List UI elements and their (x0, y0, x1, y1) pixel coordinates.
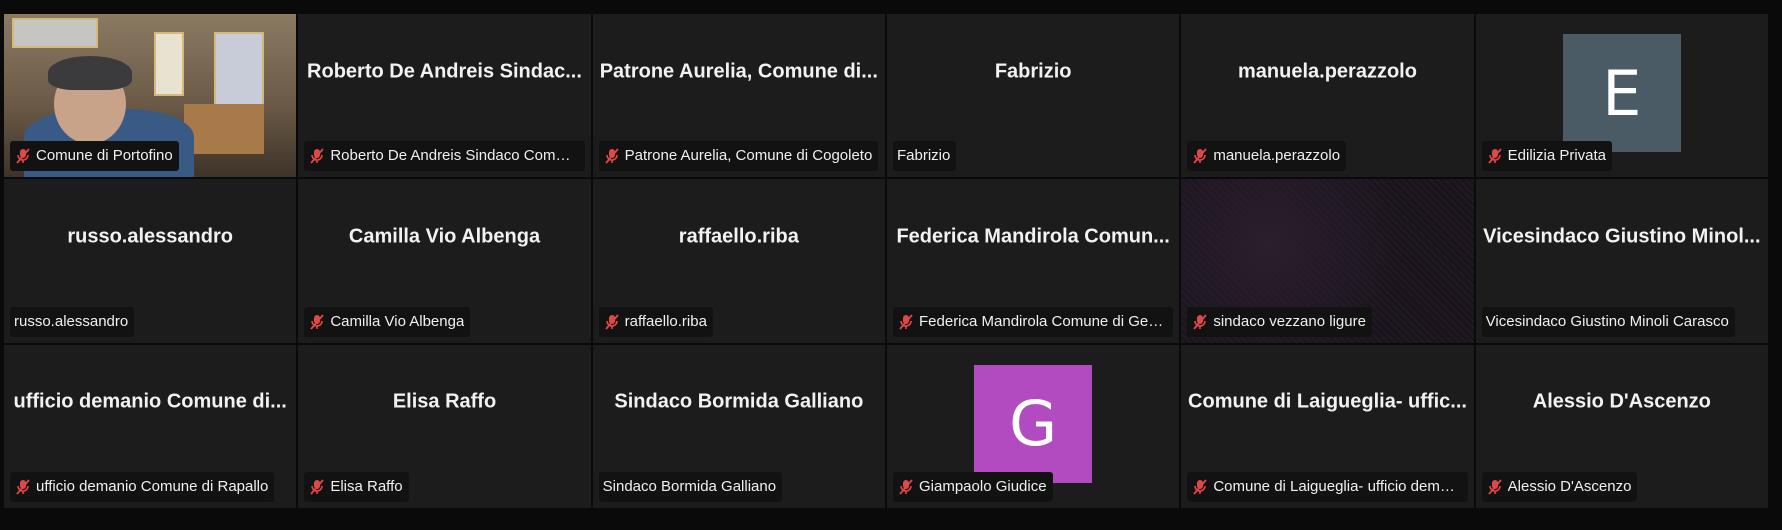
participant-name-bar: Elisa Raffo (304, 471, 409, 502)
participant-display-name: Alessio D'Ascenzo (1532, 390, 1711, 413)
participant-name-bar: Patrone Aurelia, Comune di Cogoleto (598, 141, 879, 172)
mic-muted-icon (604, 314, 619, 330)
participant-name: manuela.perazzolo (1213, 147, 1341, 165)
participant-tile[interactable]: Camilla Vio Albenga Camilla Vio Albenga (298, 179, 591, 343)
participant-name-bar: Vicesindaco Giustino Minoli Carasco (1481, 306, 1735, 337)
participant-tile[interactable]: E Edilizia Privata (1475, 14, 1768, 178)
participant-tile[interactable]: Vicesindaco Giustino Minol... Vicesindac… (1475, 179, 1768, 343)
participant-name-bar: manuela.perazzolo (1187, 141, 1347, 172)
participant-name-bar: Fabrizio (893, 141, 957, 172)
mic-muted-icon (310, 479, 325, 495)
participant-name-bar: Comune di Laigueglia- ufficio deman... (1187, 471, 1468, 502)
participant-name: Patrone Aurelia, Comune di Cogoleto (624, 147, 873, 165)
mic-muted-icon (1193, 314, 1208, 330)
participant-tile[interactable]: Comune di Laigueglia- uffic... Comune di… (1181, 344, 1474, 508)
participant-name-bar: raffaello.riba (598, 306, 713, 337)
participant-name-bar: Roberto De Andreis Sindaco Comun... (304, 141, 585, 172)
participant-tile[interactable]: Fabrizio Fabrizio (887, 14, 1180, 178)
participant-display-name: Federica Mandirola Comun... (896, 225, 1170, 248)
mic-muted-icon (310, 314, 325, 330)
participant-tile[interactable]: Patrone Aurelia, Comune di... Patrone Au… (592, 14, 885, 178)
participant-name: Alessio D'Ascenzo (1507, 477, 1632, 495)
participant-display-name: Sindaco Bormida Galliano (614, 390, 864, 413)
participant-name: Federica Mandirola Comune di Geno... (919, 312, 1168, 330)
participant-tile[interactable]: Sindaco Bormida Galliano Sindaco Bormida… (592, 344, 885, 508)
participant-name-bar: russo.alessandro (10, 306, 135, 337)
mic-muted-icon (899, 479, 913, 495)
wall-frame (12, 18, 98, 48)
participant-display-name: manuela.perazzolo (1238, 60, 1417, 83)
participant-name: Elisa Raffo (330, 477, 403, 495)
participant-tile[interactable]: Roberto De Andreis Sindac... Roberto De … (298, 14, 591, 178)
participant-name-bar: Comune di Portofino (10, 141, 179, 172)
participant-display-name: raffaello.riba (678, 225, 799, 248)
mic-muted-icon (899, 314, 913, 330)
mic-muted-icon (1193, 479, 1208, 495)
participant-tile[interactable]: Elisa Raffo Elisa Raffo (298, 344, 591, 508)
participant-name-bar: Federica Mandirola Comune di Geno... (893, 306, 1174, 337)
mic-muted-icon (16, 479, 30, 495)
participant-tile[interactable]: russo.alessandro russo.alessandro (4, 179, 297, 343)
participant-name-bar: ufficio demanio Comune di Rapallo (10, 471, 275, 502)
wall-frame (154, 32, 184, 96)
participant-name: Camilla Vio Albenga (330, 312, 465, 330)
participant-tile[interactable]: Comune di Portofino ... (4, 14, 297, 178)
participant-display-name: Camilla Vio Albenga (348, 225, 541, 248)
participant-display-name: Fabrizio (994, 60, 1072, 83)
participant-name: Roberto De Andreis Sindaco Comun... (330, 147, 579, 165)
participant-tile[interactable]: sindaco vezzano ligure (1181, 179, 1474, 343)
participant-tile[interactable]: manuela.perazzolo manuela.perazzolo (1181, 14, 1474, 178)
participant-display-name: Vicesindaco Giustino Minol... (1483, 225, 1761, 248)
participant-name: Fabrizio (897, 147, 951, 165)
participant-avatar: E (1562, 34, 1681, 152)
participant-display-name: Comune di Laigueglia- uffic... (1188, 390, 1467, 413)
participant-name: Edilizia Privata (1507, 147, 1607, 165)
participant-name-bar: Giampaolo Giudice (893, 471, 1053, 502)
participant-name: Comune di Laigueglia- ufficio deman... (1213, 477, 1462, 495)
participant-name-bar: Alessio D'Ascenzo (1481, 471, 1638, 502)
participant-grid: Comune di Portofino ... Roberto De Andre… (4, 14, 1768, 508)
participant-tile[interactable]: G Giampaolo Giudice (887, 344, 1180, 508)
mic-muted-icon (1487, 479, 1502, 495)
participant-tile[interactable]: ufficio demanio Comune di... ufficio dem… (4, 344, 297, 508)
participant-name-bar: Edilizia Privata (1481, 141, 1613, 172)
participant-name: sindaco vezzano ligure (1213, 312, 1366, 330)
participant-name: raffaello.riba (624, 312, 707, 330)
mic-muted-icon (16, 148, 30, 164)
participant-name: Giampaolo Giudice (919, 477, 1047, 495)
participant-name: Vicesindaco Giustino Minoli Carasco (1485, 312, 1729, 330)
participant-tile[interactable]: Federica Mandirola Comun... Federica Man… (887, 179, 1180, 343)
participant-display-name: Elisa Raffo (392, 390, 497, 413)
participant-avatar: G (974, 364, 1093, 483)
mic-muted-icon (1193, 148, 1208, 164)
participant-tile[interactable]: raffaello.riba raffaello.riba (592, 179, 885, 343)
participant-name: russo.alessandro (14, 312, 129, 330)
bookshelf (184, 104, 264, 154)
participant-name: Sindaco Bormida Galliano (602, 477, 777, 495)
mic-muted-icon (604, 148, 619, 164)
meeting-stage: Comune di Portofino ... Roberto De Andre… (0, 0, 1782, 530)
participant-name: Comune di Portofino (36, 147, 173, 165)
participant-name-bar: sindaco vezzano ligure (1187, 306, 1372, 337)
participant-name-bar: Camilla Vio Albenga (304, 306, 471, 337)
participant-display-name: Patrone Aurelia, Comune di... (599, 60, 878, 83)
participant-display-name: russo.alessandro (67, 225, 233, 248)
participant-display-name: ufficio demanio Comune di... (13, 390, 287, 413)
participant-name: ufficio demanio Comune di Rapallo (36, 477, 269, 495)
mic-muted-icon (310, 148, 325, 164)
participant-tile[interactable]: Alessio D'Ascenzo Alessio D'Ascenzo (1475, 344, 1768, 508)
participant-name-bar: Sindaco Bormida Galliano (598, 471, 783, 502)
participant-display-name: Roberto De Andreis Sindac... (307, 60, 582, 83)
mic-muted-icon (1487, 148, 1502, 164)
person-hair (48, 56, 132, 90)
